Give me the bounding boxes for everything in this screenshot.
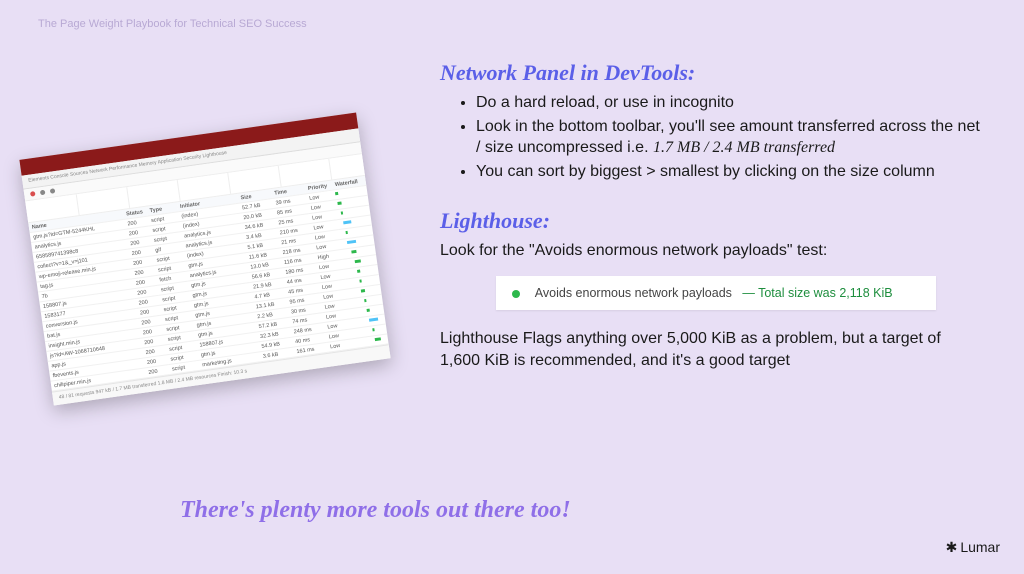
- section-title-lighthouse: Lighthouse:: [440, 208, 985, 234]
- brand-logo: ✱Lumar: [946, 539, 1000, 556]
- clear-icon: [40, 190, 46, 196]
- lighthouse-result-text: Total size was 2,118 KiB: [758, 286, 893, 300]
- record-icon: [30, 191, 36, 197]
- section-title-devtools: Network Panel in DevTools:: [440, 60, 985, 86]
- brand-mark-icon: ✱: [946, 539, 957, 555]
- bullet-item: Look in the bottom toolbar, you'll see a…: [476, 116, 985, 159]
- bottom-callout: There's plenty more tools out there too!: [180, 497, 571, 524]
- filter-icon: [50, 188, 56, 194]
- devtools-bullets: Do a hard reload, or use in incognito Lo…: [476, 92, 985, 182]
- lighthouse-separator: —: [742, 286, 755, 300]
- devtools-screenshot: Elements Console Sources Network Perform…: [19, 113, 390, 406]
- lighthouse-body: Lighthouse Flags anything over 5,000 KiB…: [440, 328, 985, 371]
- bullet-emphasis: 1.7 MB / 2.4 MB transferred: [653, 139, 835, 156]
- lighthouse-test-name: Avoids enormous network payloads: [535, 286, 732, 300]
- bullet-item: You can sort by biggest > smallest by cl…: [476, 161, 985, 183]
- status-dot-green-icon: [512, 290, 520, 298]
- lighthouse-result-panel: Avoids enormous network payloads — Total…: [496, 276, 936, 310]
- bullet-item: Do a hard reload, or use in incognito: [476, 92, 985, 114]
- brand-name: Lumar: [960, 539, 1000, 555]
- breadcrumb: The Page Weight Playbook for Technical S…: [38, 18, 307, 30]
- lighthouse-intro: Look for the "Avoids enormous network pa…: [440, 240, 985, 262]
- content-column: Network Panel in DevTools: Do a hard rel…: [440, 60, 985, 371]
